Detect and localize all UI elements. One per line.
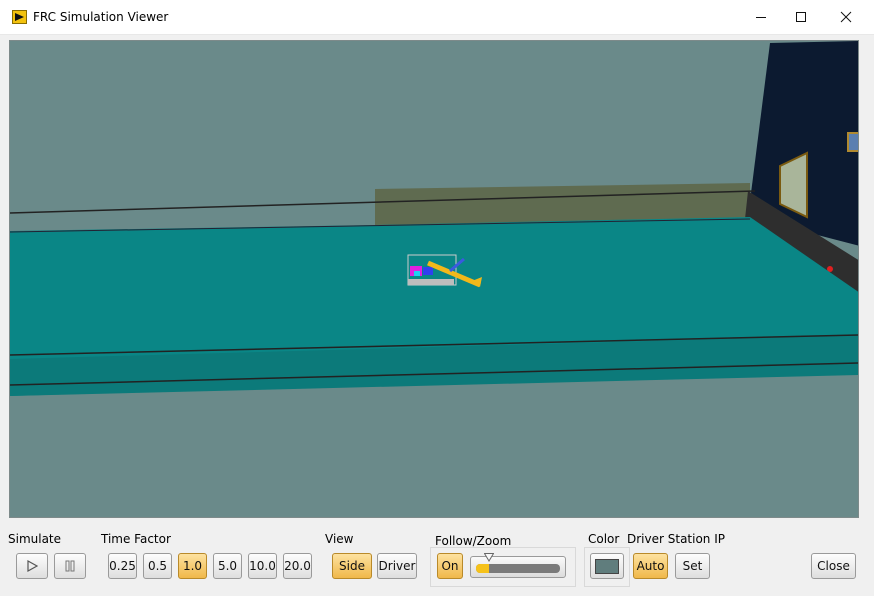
color-swatch bbox=[595, 558, 619, 574]
view-side-button[interactable]: Side bbox=[332, 553, 372, 579]
time-factor-0.5-button[interactable]: 0.5 bbox=[143, 553, 172, 579]
zoom-slider-track bbox=[476, 564, 560, 573]
view-driver-button[interactable]: Driver bbox=[377, 553, 417, 579]
color-label: Color bbox=[588, 532, 620, 546]
time-factor-0.25-button[interactable]: 0.25 bbox=[108, 553, 137, 579]
driver-station-set-button[interactable]: Set bbox=[675, 553, 710, 579]
pause-icon bbox=[65, 560, 75, 572]
window-title: FRC Simulation Viewer bbox=[33, 10, 169, 24]
view-label: View bbox=[325, 532, 354, 546]
follow-zoom-label: Follow/Zoom bbox=[435, 534, 512, 548]
play-icon bbox=[27, 560, 38, 572]
time-factor-1.0-button[interactable]: 1.0 bbox=[178, 553, 207, 579]
title-bar: FRC Simulation Viewer bbox=[0, 0, 874, 35]
close-window-button[interactable] bbox=[823, 0, 869, 34]
minimize-icon bbox=[756, 17, 766, 18]
close-icon bbox=[840, 11, 852, 23]
simulation-viewport[interactable] bbox=[9, 40, 859, 518]
time-factor-label: Time Factor bbox=[101, 532, 171, 546]
time-factor-20.0-button[interactable]: 20.0 bbox=[283, 553, 312, 579]
simulate-label: Simulate bbox=[8, 532, 62, 546]
follow-on-button[interactable]: On bbox=[437, 553, 463, 579]
color-button[interactable] bbox=[590, 553, 624, 579]
play-button[interactable] bbox=[16, 553, 48, 579]
side-wall-sign bbox=[847, 132, 858, 152]
labview-run-icon bbox=[12, 10, 27, 24]
driver-station-auto-button[interactable]: Auto bbox=[633, 553, 668, 579]
zoom-slider-fill bbox=[476, 564, 489, 573]
time-factor-5.0-button[interactable]: 5.0 bbox=[213, 553, 242, 579]
maximize-button[interactable] bbox=[778, 0, 824, 34]
pause-button[interactable] bbox=[54, 553, 86, 579]
zoom-slider-thumb[interactable] bbox=[483, 553, 494, 562]
time-factor-10.0-button[interactable]: 10.0 bbox=[248, 553, 277, 579]
driver-station-ip-label: Driver Station IP bbox=[627, 532, 725, 546]
zoom-slider[interactable] bbox=[470, 553, 566, 578]
close-button[interactable]: Close bbox=[811, 553, 856, 579]
maximize-icon bbox=[796, 12, 806, 22]
